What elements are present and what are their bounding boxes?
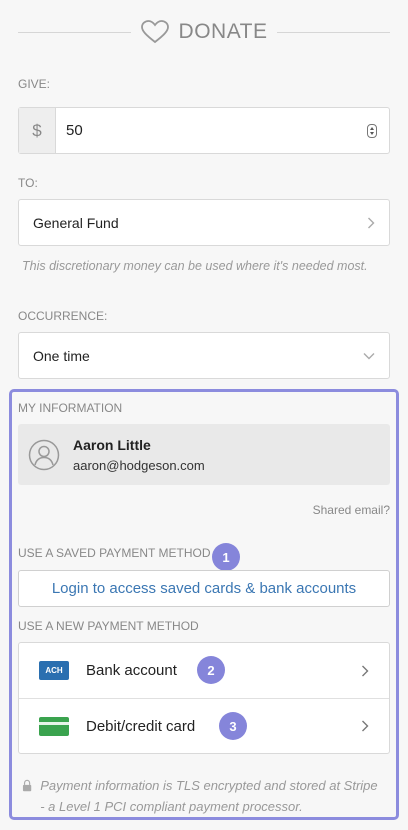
bank-account-option[interactable]: ACH Bank account 2 [19,643,389,698]
occurrence-select-value: One time [33,347,90,364]
credit-card-icon [39,716,69,736]
chevron-right-icon [362,720,369,732]
header-rule-left [18,31,131,33]
header-rule-right [277,31,391,33]
header-center: DONATE [131,20,278,44]
shared-email-link[interactable]: Shared email? [313,503,390,517]
heart-icon [140,20,169,44]
occurrence-select[interactable]: One time [18,332,390,379]
security-note: Payment information is TLS encrypted and… [22,775,382,817]
new-payment-label: USE A NEW PAYMENT METHOD [18,619,199,633]
step-badge-2: 2 [197,656,225,684]
to-label: TO: [18,176,38,190]
avatar-icon [28,439,60,470]
chevron-right-icon [362,665,369,676]
step-badge-1: 1 [212,543,240,571]
saved-payment-label: USE A SAVED PAYMENT METHOD [18,546,211,560]
user-name: Aaron Little [73,436,151,453]
give-label: GIVE: [18,77,51,91]
payment-method-list: ACH Bank account 2 Debit/credit card 3 [18,642,390,754]
login-saved-methods-button[interactable]: Login to access saved cards & bank accou… [18,570,390,607]
donate-header: DONATE [18,16,391,48]
debit-credit-card-label: Debit/credit card [86,717,196,735]
fund-helper-text: This discretionary money can be used whe… [22,259,368,273]
amount-input[interactable] [56,108,367,153]
amount-stepper-icon[interactable] [367,124,377,138]
fund-select-value: General Fund [33,214,119,231]
lock-icon [22,779,32,792]
debit-credit-card-option[interactable]: Debit/credit card 3 [19,698,389,753]
currency-symbol: $ [19,108,56,153]
chevron-down-icon [363,352,375,359]
user-card: Aaron Little aaron@hodgeson.com [18,424,390,485]
bank-account-label: Bank account [86,662,177,679]
ach-icon: ACH [39,661,69,680]
my-information-label: MY INFORMATION [18,401,123,415]
page-title: DONATE [178,20,268,43]
fund-select[interactable]: General Fund [18,199,390,246]
amount-field: $ [18,107,390,154]
security-note-text: Payment information is TLS encrypted and… [40,778,378,814]
occurrence-label: OCCURRENCE: [18,309,108,323]
user-details: Aaron Little aaron@hodgeson.com [73,437,205,473]
chevron-right-icon [368,217,375,228]
step-badge-3: 3 [219,712,247,740]
user-email: aaron@hodgeson.com [73,457,205,473]
